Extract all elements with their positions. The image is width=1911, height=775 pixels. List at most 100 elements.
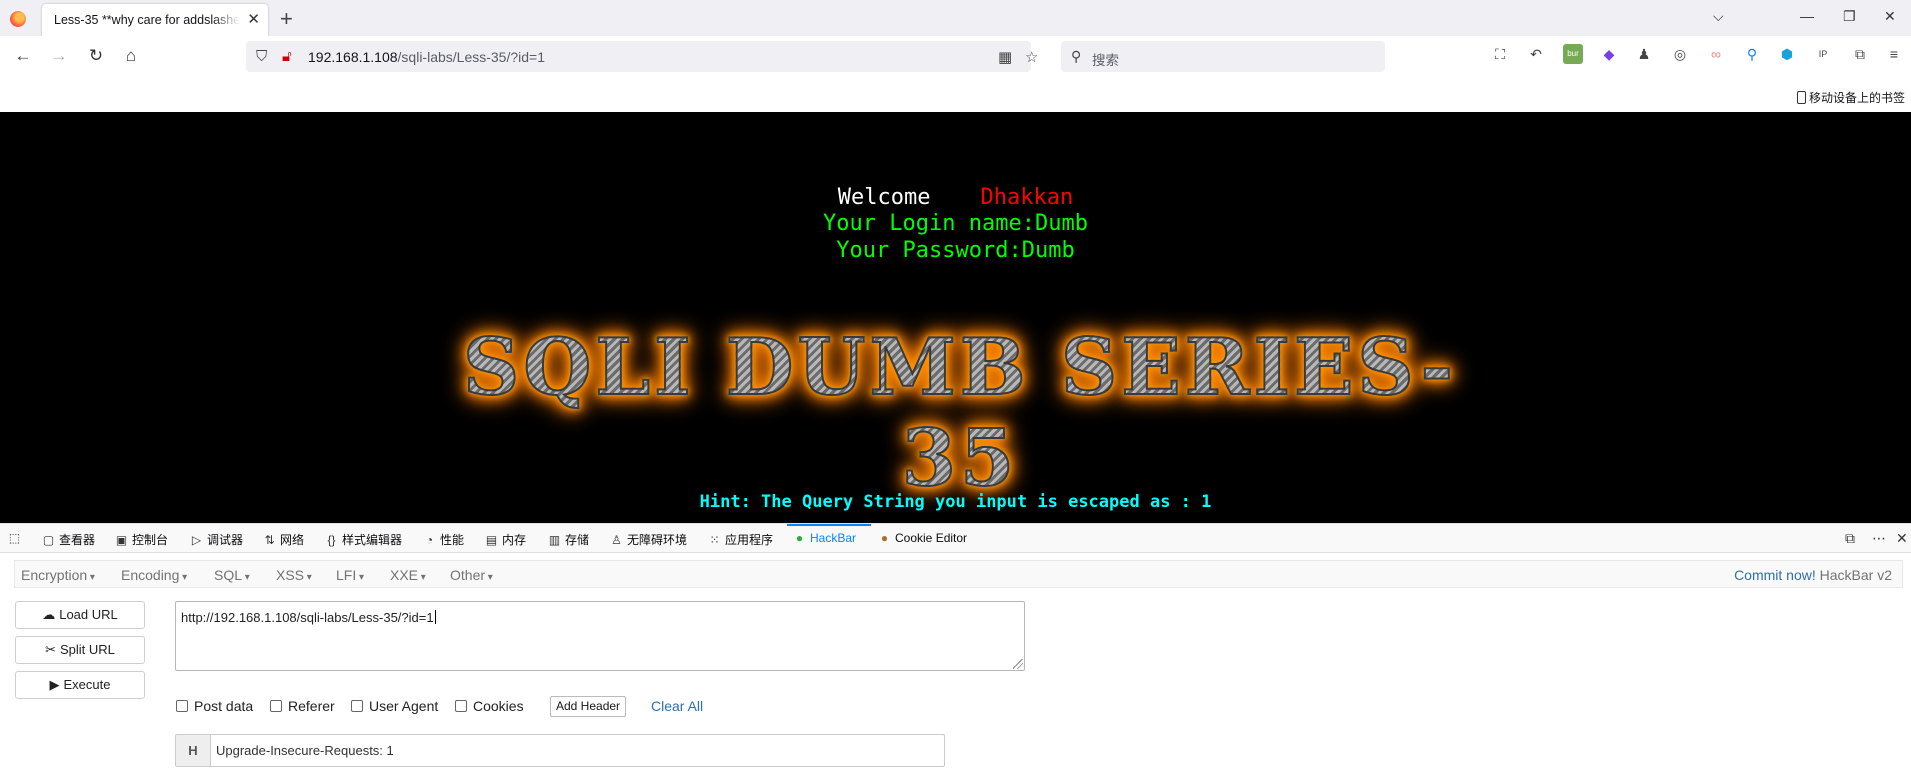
list-all-tabs-icon[interactable]: ⌵ — [1713, 8, 1724, 25]
minimize-button[interactable]: — — [1800, 8, 1814, 24]
inspector-icon: ▢ — [42, 533, 55, 547]
cookies-checkbox[interactable]: Cookies — [455, 698, 524, 714]
tab-accessibility[interactable]: ♙ 无障碍环境 — [610, 531, 687, 548]
extensions-icon[interactable]: ⧉ — [1850, 44, 1870, 64]
referer-checkbox[interactable]: Referer — [270, 698, 335, 714]
forward-button[interactable]: → — [48, 45, 70, 67]
home-button[interactable]: ⌂ — [120, 45, 142, 67]
back-button[interactable]: ← — [12, 45, 34, 67]
menu-other[interactable]: Other — [450, 567, 493, 583]
add-header-button[interactable]: Add Header — [550, 696, 627, 717]
tab-inspector[interactable]: ▢ 查看器 — [42, 531, 95, 548]
menu-lfi[interactable]: LFI — [336, 567, 364, 583]
user-agent-label: User Agent — [369, 698, 439, 714]
tab-memory[interactable]: ▤ 内存 — [485, 531, 526, 548]
url-path: /sqli-labs/Less-35/?id=1 — [397, 49, 546, 65]
page-content: Welcome Dhakkan Your Login name:Dumb Your… — [0, 112, 1911, 523]
url-bar[interactable]: ⛉ 🔓︎ 192.168.1.108/sqli-labs/Less-35/?id… — [246, 41, 1038, 72]
tab-cookie-editor[interactable]: ● Cookie Editor — [878, 531, 967, 545]
post-data-checkbox[interactable]: Post data — [176, 698, 253, 714]
tab-application[interactable]: ⁙ 应用程序 — [708, 531, 773, 548]
resize-handle-icon[interactable] — [1013, 659, 1023, 669]
user-agent-checkbox[interactable]: User Agent — [351, 698, 438, 714]
scissors-icon: ✂ — [45, 642, 56, 657]
devtools-tab-bar: ⬚ ▢ 查看器 ▣ 控制台 ▷ 调试器 ⇅ 网络 {} 样式编辑器 ◔ 性能 ▤ 内存 ▥ 存储… — [0, 524, 1911, 553]
post-data-label: Post data — [194, 698, 254, 714]
tab-performance[interactable]: ◔ 性能 — [423, 531, 464, 548]
login-name-line: Your Login name:Dumb — [823, 211, 1088, 236]
menu-xss[interactable]: XSS — [276, 567, 312, 583]
tab-storage[interactable]: ▥ 存储 — [548, 531, 589, 548]
burp-proxy-icon[interactable]: bur — [1563, 44, 1583, 64]
post-data-checkbox-box[interactable] — [176, 700, 188, 712]
close-devtools-icon[interactable]: ✕ — [1896, 530, 1908, 547]
tab-hackbar[interactable]: ● HackBar — [793, 531, 856, 545]
user-agent-checkbox-box[interactable] — [351, 700, 363, 712]
accessibility-icon: ♙ — [611, 533, 622, 547]
tab-debugger-label: 调试器 — [207, 533, 244, 547]
menu-encryption[interactable]: Encryption — [21, 567, 95, 583]
close-window-button[interactable]: ✕ — [1884, 8, 1896, 25]
welcome-name: Dhakkan — [980, 185, 1074, 210]
header-row: H Upgrade-Insecure-Requests: 1 — [175, 734, 945, 767]
bookmark-star-icon[interactable]: ☆ — [1025, 48, 1038, 66]
tab-console[interactable]: ▣ 控制台 — [115, 531, 168, 548]
insecure-lock-icon[interactable]: 🔓︎ — [282, 48, 292, 65]
restore-button[interactable]: ❐ — [1843, 8, 1856, 25]
application-icon: ⁙ — [709, 533, 720, 547]
menu-icon[interactable]: ≡ — [1884, 44, 1904, 64]
tab-network[interactable]: ⇅ 网络 — [263, 531, 304, 548]
new-tab-button[interactable]: + — [280, 6, 293, 32]
execute-button[interactable]: ▶ Execute — [15, 671, 145, 699]
series-banner: SQLI DUMB SERIES-35 — [430, 321, 1490, 505]
clear-all-link[interactable]: Clear All — [651, 698, 703, 714]
tab-style-editor-label: 样式编辑器 — [342, 533, 403, 547]
hackbar-menu-bar: Encryption Encoding SQL XSS LFI XXE Othe… — [14, 560, 1903, 588]
element-picker-icon[interactable]: ⬚ — [8, 531, 25, 545]
tab-application-label: 应用程序 — [725, 533, 774, 547]
search-icon: ⚲ — [1071, 48, 1082, 64]
ip-icon[interactable]: IP — [1813, 44, 1833, 64]
load-url-button[interactable]: ☁ Load URL — [15, 601, 145, 629]
undo-icon[interactable]: ↶ — [1526, 44, 1546, 64]
split-url-button[interactable]: ✂ Split URL — [15, 636, 145, 664]
header-value[interactable]: Upgrade-Insecure-Requests: 1 — [216, 743, 394, 758]
devtools-panel: ⬚ ▢ 查看器 ▣ 控制台 ▷ 调试器 ⇅ 网络 {} 样式编辑器 ◔ 性能 ▤ 内存 ▥ 存储… — [0, 523, 1911, 775]
firefox-icon[interactable] — [10, 11, 26, 27]
pin-icon[interactable]: ⚲ — [1742, 44, 1762, 64]
debugger-icon: ▷ — [191, 533, 202, 547]
menu-encoding[interactable]: Encoding — [121, 567, 187, 583]
header-badge[interactable]: H — [176, 735, 211, 766]
load-url-label: Load URL — [59, 607, 118, 622]
hackbar-url-input[interactable]: http://192.168.1.108/sqli-labs/Less-35/?… — [175, 601, 1025, 671]
commit-now-link[interactable]: Commit now! — [1734, 567, 1816, 583]
tab-title: Less-35 **why care for addslashes()** — [54, 13, 240, 27]
mobile-bookmarks[interactable]: 移动设备上的书签 — [1797, 89, 1905, 106]
tab-debugger[interactable]: ▷ 调试器 — [190, 531, 243, 548]
ublock-icon[interactable]: ◆ — [1599, 44, 1619, 64]
tab-inspector-label: 查看器 — [59, 533, 96, 547]
user-icon[interactable]: ♟ — [1634, 44, 1654, 64]
menu-sql[interactable]: SQL — [214, 567, 250, 583]
search-bar[interactable]: ⚲ 搜索 — [1061, 41, 1385, 72]
cookie-icon[interactable]: ◎ — [1670, 44, 1690, 64]
qr-code-icon[interactable]: ▦ — [998, 48, 1012, 66]
cloud-download-icon: ☁ — [42, 607, 56, 622]
reload-button[interactable]: ↻ — [85, 45, 107, 67]
crop-icon[interactable]: ⛶ — [1490, 44, 1510, 64]
cube-icon[interactable]: ⬢ — [1777, 44, 1797, 64]
cookies-checkbox-box[interactable] — [455, 700, 467, 712]
browser-tab[interactable]: Less-35 **why care for addslashes()** ✕ — [42, 4, 268, 37]
play-icon: ▶ — [49, 677, 60, 692]
tab-console-label: 控制台 — [132, 533, 169, 547]
tab-style-editor[interactable]: {} 样式编辑器 — [325, 531, 402, 548]
hackbar-icon: ● — [795, 531, 804, 545]
url-text[interactable]: 192.168.1.108/sqli-labs/Less-35/?id=1 — [308, 49, 545, 65]
more-options-icon[interactable]: ⋯ — [1872, 530, 1886, 547]
menu-xxe[interactable]: XXE — [390, 567, 426, 583]
tab-close-icon[interactable]: ✕ — [247, 12, 260, 28]
referer-checkbox-box[interactable] — [270, 700, 282, 712]
mask-icon[interactable]: ∞ — [1706, 44, 1726, 64]
shield-icon[interactable]: ⛉ — [256, 48, 267, 65]
dock-side-icon[interactable]: ⧉ — [1845, 530, 1855, 547]
